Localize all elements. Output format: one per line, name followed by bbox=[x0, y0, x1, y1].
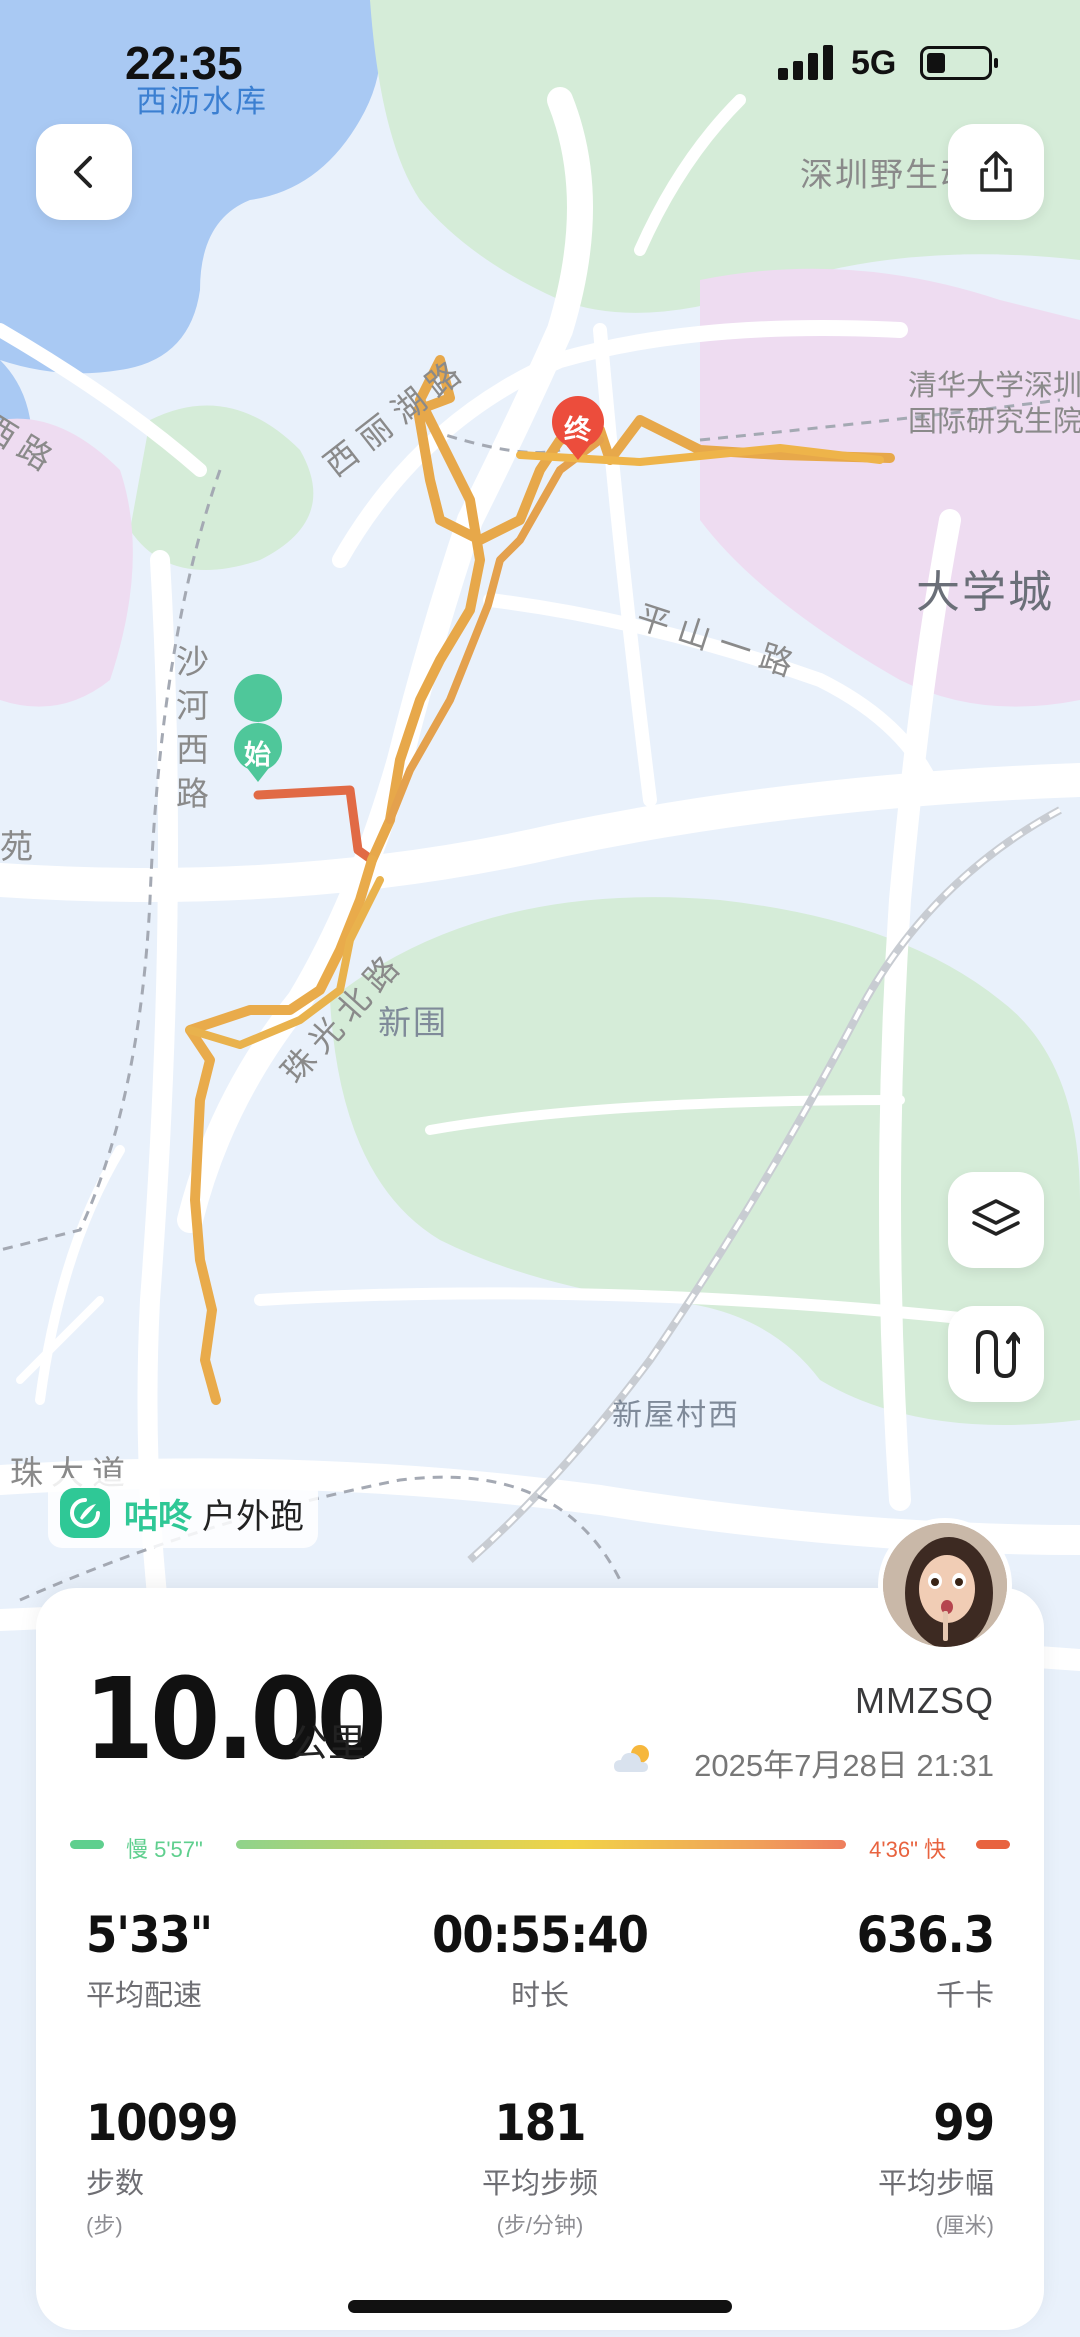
stat-label: 步数 bbox=[86, 2168, 145, 2200]
run-datetime: 2025年7月28日 21:31 bbox=[694, 1748, 994, 1783]
stat-value: 636.3 bbox=[856, 1906, 995, 1964]
map-label-daxuecheng: 大学城 bbox=[916, 568, 1054, 617]
codoon-logo-icon bbox=[60, 1488, 110, 1538]
stat-unit: (步/分钟) bbox=[496, 2213, 584, 2238]
share-button[interactable] bbox=[948, 124, 1044, 220]
stat-avg-pace: 5'33" 平均配速 bbox=[86, 1906, 386, 2014]
stat-steps: 10099 步数 (步) bbox=[86, 2094, 386, 2240]
fast-pace-label: 4'36" 快 bbox=[869, 1837, 946, 1862]
stat-label: 千卡 bbox=[935, 1980, 994, 2012]
stat-value: 10099 bbox=[86, 2094, 239, 2152]
stat-value: 181 bbox=[494, 2094, 587, 2152]
slow-pace-dot bbox=[70, 1840, 104, 1849]
stat-unit: (厘米) bbox=[935, 2213, 994, 2238]
status-bar: 22:35 5G bbox=[0, 0, 1080, 130]
map-label-yuan: 苑 bbox=[0, 828, 35, 865]
stat-stride: 99 平均步幅 (厘米) bbox=[694, 2094, 995, 2240]
fast-pace-dot bbox=[976, 1840, 1010, 1849]
stat-cadence: 181 平均步频 (步/分钟) bbox=[390, 2094, 690, 2240]
stat-value: 00:55:40 bbox=[432, 1906, 649, 1964]
brand-badge: 咕咚 户外跑 bbox=[48, 1478, 318, 1548]
slow-pace-label: 慢 5'57" bbox=[126, 1837, 203, 1862]
back-button[interactable] bbox=[36, 124, 132, 220]
stat-unit: (步) bbox=[86, 2213, 123, 2238]
user-avatar[interactable] bbox=[878, 1518, 1012, 1652]
pace-gradient-bar bbox=[236, 1840, 846, 1849]
share-icon bbox=[980, 151, 1012, 192]
route-mode-button[interactable] bbox=[948, 1306, 1044, 1402]
map-label-xinwei: 新围 bbox=[378, 1004, 448, 1041]
start-marker-label: 始 bbox=[244, 740, 271, 770]
distance-unit: 公里 bbox=[290, 1723, 367, 1765]
layers-icon bbox=[972, 1199, 1020, 1236]
partly-cloudy-icon bbox=[614, 1745, 649, 1772]
status-time: 22:35 bbox=[125, 37, 243, 89]
pace-legend: 慢 5'57" 4'36" 快 bbox=[70, 1832, 1010, 1862]
map-label-shahe-road: 沙河西路 bbox=[176, 643, 211, 812]
stat-duration: 00:55:40 时长 bbox=[390, 1906, 690, 2014]
map-label-xinwucun: 新屋村西 bbox=[612, 1399, 740, 1432]
end-marker-label: 终 bbox=[564, 415, 591, 445]
battery-icon bbox=[920, 46, 998, 80]
stat-label: 平均步幅 bbox=[877, 2168, 994, 2200]
route-wave-icon bbox=[976, 1329, 1020, 1379]
cellular-signal-icon bbox=[778, 44, 834, 80]
map-layers-button[interactable] bbox=[948, 1172, 1044, 1268]
stat-label: 平均配速 bbox=[86, 1980, 203, 2012]
network-type: 5G bbox=[851, 44, 897, 82]
stat-value: 99 bbox=[933, 2094, 995, 2152]
stat-calories: 636.3 千卡 bbox=[694, 1906, 995, 2014]
stat-label: 平均步频 bbox=[481, 2168, 598, 2200]
chevron-left-icon bbox=[74, 156, 92, 188]
home-indicator[interactable] bbox=[348, 2300, 732, 2313]
stat-label: 时长 bbox=[510, 1980, 569, 2012]
map-label-intl-institute: 国际研究生院 bbox=[908, 406, 1080, 438]
stat-value: 5'33" bbox=[86, 1906, 213, 1964]
username: MMZSQ bbox=[855, 1680, 994, 1721]
brand-name: 咕咚 bbox=[124, 1497, 192, 1536]
activity-type: 户外跑 bbox=[202, 1497, 304, 1536]
